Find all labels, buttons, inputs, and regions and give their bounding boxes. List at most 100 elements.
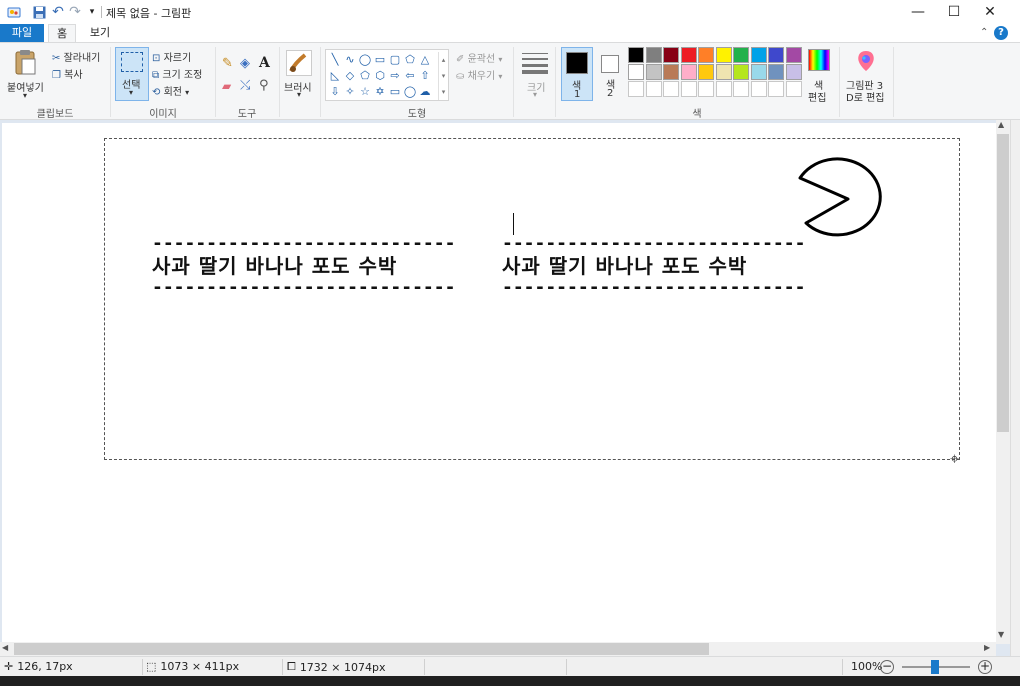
custom-color-slot[interactable] [768,81,784,97]
palette-swatch[interactable] [768,64,784,80]
custom-color-slot[interactable] [663,81,679,97]
cloud-callout-shape-icon[interactable]: ☁ [418,84,432,98]
magnifier-icon[interactable]: ⚲ [259,78,269,93]
fill-button[interactable]: ⛀ 채우기 ▾ [456,67,502,82]
palette-swatch[interactable] [645,64,662,80]
zoom-slider-thumb[interactable] [931,660,939,674]
oval-callout-shape-icon[interactable]: ◯ [403,84,417,98]
fill-bucket-icon[interactable]: ◈ [240,56,250,71]
palette-swatch[interactable] [663,64,679,80]
palette-swatch[interactable] [628,64,644,80]
help-icon[interactable]: ? [994,26,1008,40]
text-tool-icon[interactable]: A [259,55,270,71]
edit-colors-icon[interactable] [808,49,830,71]
palette-swatch[interactable] [768,47,784,63]
triangle-shape-icon[interactable]: △ [418,52,432,66]
save-icon[interactable] [31,4,47,20]
four-point-star-shape-icon[interactable]: ✧ [343,84,357,98]
polygon-shape-icon[interactable]: ⬠ [403,52,417,66]
palette-swatch[interactable] [733,64,749,80]
tab-file[interactable]: 파일 [0,24,44,42]
right-arrow-shape-icon[interactable]: ⇨ [388,68,402,82]
resize-button[interactable]: ⧉ 크기 조정 [152,66,202,81]
palette-swatch[interactable] [750,47,767,63]
palette-swatch[interactable] [628,47,644,63]
vertical-scroll-thumb[interactable] [997,134,1009,432]
up-arrow-shape-icon[interactable]: ⇧ [418,68,432,82]
tab-home[interactable]: 홈 [48,24,76,42]
custom-color-slot[interactable] [733,81,749,97]
pencil-icon[interactable]: ✎ [222,56,233,71]
paste-icon[interactable] [14,49,38,77]
rounded-rectangle-shape-icon[interactable]: ▢ [388,52,402,66]
horizontal-scrollbar[interactable]: ◀ ▶ [0,642,996,656]
palette-swatch[interactable] [785,64,802,80]
scroll-up-icon[interactable]: ▲ [998,120,1004,129]
color1-button[interactable]: 색 1 [561,47,593,101]
size-dropdown-icon[interactable]: ▾ [533,90,537,99]
hexagon-shape-icon[interactable]: ⬡ [373,68,387,82]
palette-swatch[interactable] [785,47,802,63]
pentagon-shape-icon[interactable]: ⬠ [358,68,372,82]
left-arrow-shape-icon[interactable]: ⇦ [403,68,417,82]
paint3d-icon[interactable] [855,49,877,73]
crop-button[interactable]: ⊡ 자르기 [152,49,191,64]
callout-shape-icon[interactable]: ▭ [388,84,402,98]
brush-icon[interactable] [286,50,312,76]
color2-button[interactable]: 색 2 [596,47,626,101]
redo-icon[interactable]: ↷ [67,4,83,20]
custom-color-slot[interactable] [645,81,662,97]
collapse-ribbon-icon[interactable]: ⌃ [980,27,988,38]
size-lines-icon[interactable] [522,51,548,75]
palette-swatch[interactable] [715,64,732,80]
scroll-left-icon[interactable]: ◀ [2,643,8,652]
custom-color-slot[interactable] [715,81,732,97]
palette-swatch[interactable] [680,64,697,80]
oval-shape-icon[interactable]: ◯ [358,52,372,66]
five-point-star-shape-icon[interactable]: ☆ [358,84,372,98]
color-picker-icon[interactable]: ⤯ [240,78,250,93]
eraser-icon[interactable]: ▰ [222,79,231,93]
paste-dropdown-icon[interactable]: ▾ [23,91,27,100]
six-point-star-shape-icon[interactable]: ✡ [373,84,387,98]
rectangle-shape-icon[interactable]: ▭ [373,52,387,66]
custom-color-slot[interactable] [698,81,714,97]
palette-swatch[interactable] [733,47,749,63]
palette-swatch[interactable] [680,47,697,63]
close-button[interactable]: ✕ [972,0,1008,24]
palette-swatch[interactable] [715,47,732,63]
scroll-right-icon[interactable]: ▶ [984,643,990,652]
down-arrow-shape-icon[interactable]: ⇩ [328,84,342,98]
customize-quick-access-icon[interactable]: ▾ [84,4,100,20]
horizontal-scroll-thumb[interactable] [14,643,709,655]
shapes-scroll-icon[interactable]: ▴ ▾ ▾ [438,52,448,100]
minimize-button[interactable]: — [900,0,936,24]
brushes-dropdown-icon[interactable]: ▾ [297,90,301,99]
edit-colors-label-line2[interactable]: 편집 [808,89,826,104]
cut-button[interactable]: ✂ 잘라내기 [52,49,100,64]
vertical-scrollbar[interactable]: ▲ ▼ [996,120,1010,644]
custom-color-slot[interactable] [680,81,697,97]
zoom-out-icon[interactable]: − [880,660,894,674]
diamond-shape-icon[interactable]: ◇ [343,68,357,82]
right-triangle-shape-icon[interactable]: ◺ [328,68,342,82]
zoom-in-icon[interactable]: + [978,660,992,674]
palette-swatch[interactable] [698,64,714,80]
palette-swatch[interactable] [750,64,767,80]
palette-swatch[interactable] [698,47,714,63]
palette-swatch[interactable] [663,47,679,63]
custom-color-slot[interactable] [750,81,767,97]
palette-swatch[interactable] [645,47,662,63]
undo-icon[interactable]: ↶ [50,4,66,20]
maximize-button[interactable]: ☐ [936,0,972,24]
canvas[interactable]: ⌖ ---------------------------- 사과 딸기 바나나… [2,123,996,643]
custom-color-slot[interactable] [628,81,644,97]
line-shape-icon[interactable]: ╲ [328,52,342,66]
select-button[interactable]: 선택 ▾ [115,47,149,101]
copy-button[interactable]: ❐ 복사 [52,66,83,81]
outline-button[interactable]: ✐ 윤곽선 ▾ [456,50,502,65]
curve-shape-icon[interactable]: ∿ [343,52,357,66]
custom-color-slot[interactable] [785,81,802,97]
scroll-down-icon[interactable]: ▼ [998,630,1004,639]
tab-view[interactable]: 보기 [82,24,118,42]
